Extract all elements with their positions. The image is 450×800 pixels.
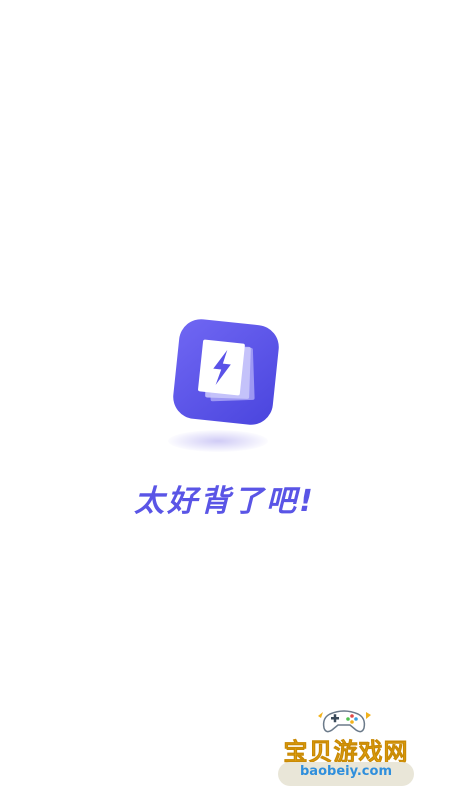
watermark-url: baobeiy.com [300, 764, 392, 779]
app-logo [170, 316, 282, 428]
watermark: 宝贝游戏网 baobeiy.com [266, 706, 426, 794]
app-logo-icon [173, 319, 279, 425]
app-slogan: 太好背了吧! [134, 484, 316, 519]
logo-shadow [168, 430, 268, 452]
